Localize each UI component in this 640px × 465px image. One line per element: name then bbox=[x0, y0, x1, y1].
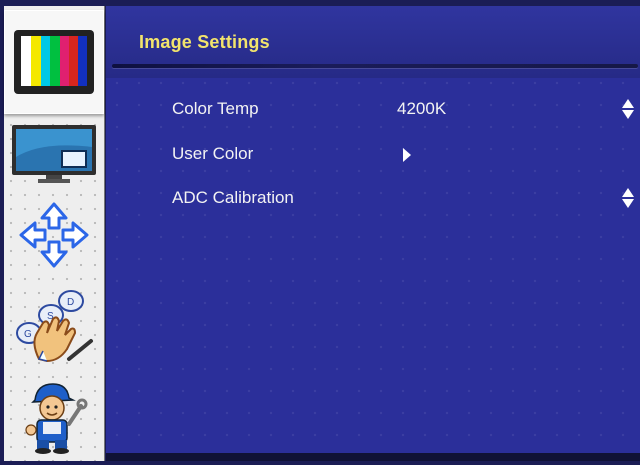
bottom-bar bbox=[106, 453, 640, 461]
hand-keypad-icon: G S D bbox=[16, 290, 93, 363]
submenu-arrow-icon[interactable] bbox=[403, 148, 411, 162]
sidebar-item-position[interactable] bbox=[4, 194, 104, 276]
menu-item-color-temp[interactable]: Color Temp 4200K bbox=[106, 96, 640, 124]
menu-item-adc-calibration[interactable]: ADC Calibration bbox=[106, 185, 640, 213]
title-divider bbox=[112, 64, 638, 68]
color-bars-icon bbox=[14, 30, 94, 94]
menu-item-user-color[interactable]: User Color bbox=[106, 141, 640, 169]
osd-main-panel: Image Settings Color Temp 4200K User Col… bbox=[106, 6, 640, 461]
sidebar-item-controls[interactable]: G S D bbox=[4, 282, 104, 370]
sidebar-item-display[interactable] bbox=[4, 118, 104, 188]
svg-text:G: G bbox=[24, 329, 32, 340]
osd-window: G S D Image Settings Color Temp 4200K Us… bbox=[0, 0, 640, 465]
svg-text:D: D bbox=[67, 297, 74, 308]
title-bar: Image Settings bbox=[106, 6, 640, 78]
up-down-arrow-icon[interactable] bbox=[621, 98, 635, 120]
menu-item-label: Color Temp bbox=[172, 99, 259, 118]
up-down-arrow-icon[interactable] bbox=[621, 187, 635, 209]
menu-item-label: User Color bbox=[172, 144, 254, 163]
osd-sidebar: G S D bbox=[4, 6, 105, 461]
menu-item-value: 4200K bbox=[397, 99, 447, 118]
directional-arrows-icon bbox=[19, 202, 89, 268]
sidebar-item-service[interactable] bbox=[4, 376, 104, 456]
technician-icon bbox=[25, 383, 88, 454]
menu-item-label: ADC Calibration bbox=[172, 188, 294, 207]
page-title: Image Settings bbox=[139, 32, 270, 52]
sidebar-item-image[interactable] bbox=[4, 10, 104, 114]
monitor-pip-icon bbox=[12, 125, 96, 183]
